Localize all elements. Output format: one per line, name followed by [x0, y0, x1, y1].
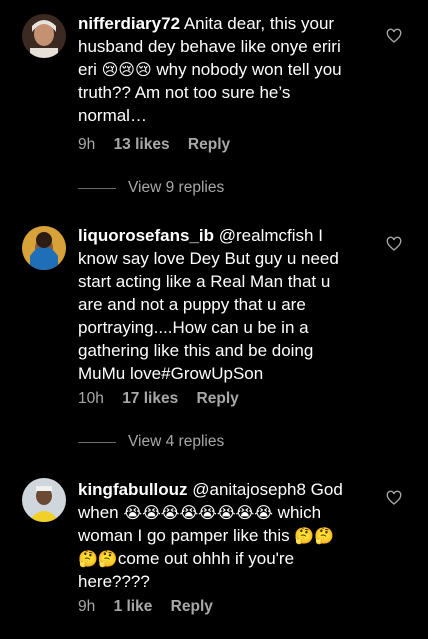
avatar[interactable]: [22, 226, 66, 270]
comment-time: 10h: [78, 390, 104, 407]
comment-time: 9h: [78, 598, 96, 615]
replies-divider: [78, 187, 116, 189]
comment-text: liquorosefans_ib @realmcfish I know say …: [78, 226, 339, 383]
view-replies-button[interactable]: View 9 replies: [78, 179, 224, 197]
comment-meta: 9h 1 like Reply: [78, 598, 227, 616]
comment-meta: 9h 13 likes Reply: [78, 136, 244, 154]
comment-likes[interactable]: 13 likes: [114, 136, 170, 153]
reply-button[interactable]: Reply: [188, 136, 230, 153]
heart-outline-icon[interactable]: [386, 28, 402, 44]
comment-text: nifferdiary72 Anita dear, this your husb…: [78, 14, 342, 125]
comment-text: kingfabullouz @anitajoseph8 God when 😭😭😭…: [78, 480, 343, 591]
replies-divider: [78, 441, 116, 443]
view-replies-button[interactable]: View 4 replies: [78, 433, 224, 451]
comment-likes[interactable]: 17 likes: [122, 390, 178, 407]
heart-outline-icon[interactable]: [386, 236, 402, 252]
comment-time: 9h: [78, 136, 96, 153]
comment-meta: 10h 17 likes Reply: [78, 390, 253, 408]
avatar[interactable]: [22, 478, 66, 522]
reply-button[interactable]: Reply: [171, 598, 213, 615]
comment-username[interactable]: liquorosefans_ib: [78, 226, 214, 245]
comment-username[interactable]: nifferdiary72: [78, 14, 180, 33]
emoji-group: 😢😢😢: [101, 60, 152, 79]
emoji-group: 😭😭😭😭😭😭😭😭: [123, 503, 273, 522]
comment-likes[interactable]: 1 like: [114, 598, 153, 615]
avatar[interactable]: [22, 14, 66, 58]
reply-button[interactable]: Reply: [197, 390, 239, 407]
heart-outline-icon[interactable]: [386, 490, 402, 506]
comment-username[interactable]: kingfabullouz: [78, 480, 188, 499]
